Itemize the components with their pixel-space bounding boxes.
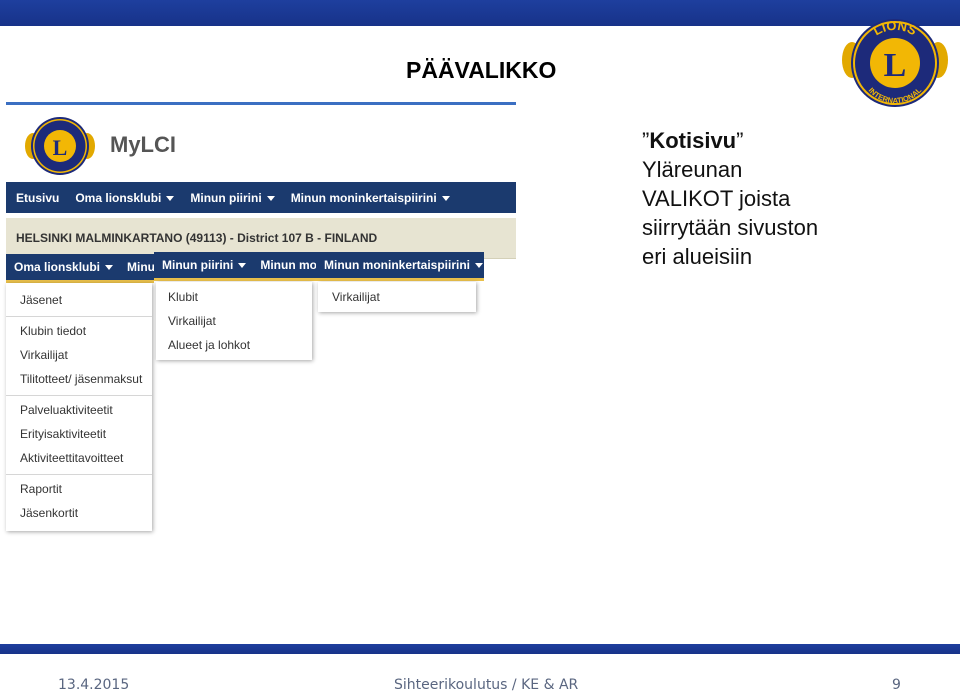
- dropdown-minun-piirini: Klubit Virkailijat Alueet ja lohkot: [156, 282, 312, 360]
- nav-etusivu[interactable]: Etusivu: [16, 191, 59, 205]
- description-highlight: ”Kotisivu”: [642, 128, 744, 153]
- menu-item-palveluaktiviteetit[interactable]: Palveluaktiviteetit: [20, 403, 113, 417]
- description-line: Yläreunan: [642, 157, 743, 182]
- divider: [6, 474, 152, 475]
- chevron-down-icon: [475, 262, 484, 268]
- chevron-down-icon: [441, 195, 450, 201]
- menu-item-jasenet[interactable]: Jäsenet: [20, 293, 62, 307]
- app-title: MyLCI: [110, 132, 176, 157]
- svg-text:L: L: [53, 135, 68, 160]
- description-line: VALIKOT joista: [642, 186, 791, 211]
- slide-title: PÄÄVALIKKO: [406, 57, 557, 83]
- screenshot-top-line: [6, 102, 516, 105]
- menu-item-virkailijat[interactable]: Virkailijat: [20, 348, 68, 362]
- nav-minun-piirini[interactable]: Minun piirini: [190, 191, 275, 205]
- mylci-lions-logo-icon: L: [25, 117, 95, 175]
- menu-item-tilitotteet[interactable]: Tilitotteet/ jäsenmaksut: [20, 372, 142, 386]
- dropdown-oma-lionsklubi: Jäsenet Klubin tiedot Virkailijat Tilito…: [6, 283, 152, 531]
- subnav-moninkertais[interactable]: Minun moninkertaispiirini: [316, 252, 484, 278]
- menu-item-jasenkortit[interactable]: Jäsenkortit: [20, 506, 78, 520]
- gold-line: [154, 278, 484, 281]
- top-bar: [0, 0, 960, 26]
- footer-page-number: 9: [892, 677, 901, 693]
- menu-item-aktiviteettitavoitteet[interactable]: Aktiviteettitavoitteet: [20, 451, 123, 465]
- divider: [6, 316, 152, 317]
- lions-logo-icon: LIONS INTERNATIONAL L: [842, 18, 948, 107]
- divider: [6, 395, 152, 396]
- mylci-screenshot: L MyLCI Etusivu Oma lionsklubi Minun pii…: [6, 102, 516, 534]
- description-line: siirrytään sivuston: [642, 215, 819, 240]
- menu-item-klubit[interactable]: Klubit: [168, 290, 198, 304]
- nav-oma-lionsklubi[interactable]: Oma lionsklubi: [75, 191, 175, 205]
- chevron-down-icon: [166, 195, 175, 201]
- chevron-down-icon: [266, 195, 275, 201]
- menu-item-klubin-tiedot[interactable]: Klubin tiedot: [20, 324, 86, 338]
- nav-minun-moninkertaispiirini[interactable]: Minun moninkertaispiirini: [291, 191, 450, 205]
- main-navbar: Etusivu Oma lionsklubi Minun piirini Min…: [6, 182, 516, 213]
- menu-item-erityisaktiviteetit[interactable]: Erityisaktiviteetit: [20, 427, 106, 441]
- footer-center: Sihteerikoulutus / KE & AR: [394, 677, 579, 693]
- menu-item-raportit[interactable]: Raportit: [20, 482, 62, 496]
- description-line: eri alueisiin: [642, 244, 753, 269]
- club-line: HELSINKI MALMINKARTANO (49113) - Distric…: [16, 231, 378, 245]
- bottom-bar: [0, 644, 960, 654]
- menu-item-piiri-virkailijat[interactable]: Virkailijat: [168, 314, 216, 328]
- footer-date: 13.4.2015: [58, 677, 130, 693]
- chevron-down-icon: [238, 262, 247, 268]
- menu-item-alueet-ja-lohkot[interactable]: Alueet ja lohkot: [168, 338, 250, 352]
- description-text: ”Kotisivu” Yläreunan VALIKOT joista siir…: [642, 126, 818, 271]
- subnav-oma[interactable]: Oma lionsklubi Minu: [6, 254, 154, 280]
- chevron-down-icon: [105, 264, 114, 270]
- svg-text:L: L: [884, 47, 907, 84]
- subnav-piiri[interactable]: Minun piirini Minun mo: [154, 252, 316, 278]
- menu-item-mk-virkailijat[interactable]: Virkailijat: [332, 290, 380, 304]
- dropdown-minun-moninkertaispiirini: Virkailijat: [318, 282, 476, 312]
